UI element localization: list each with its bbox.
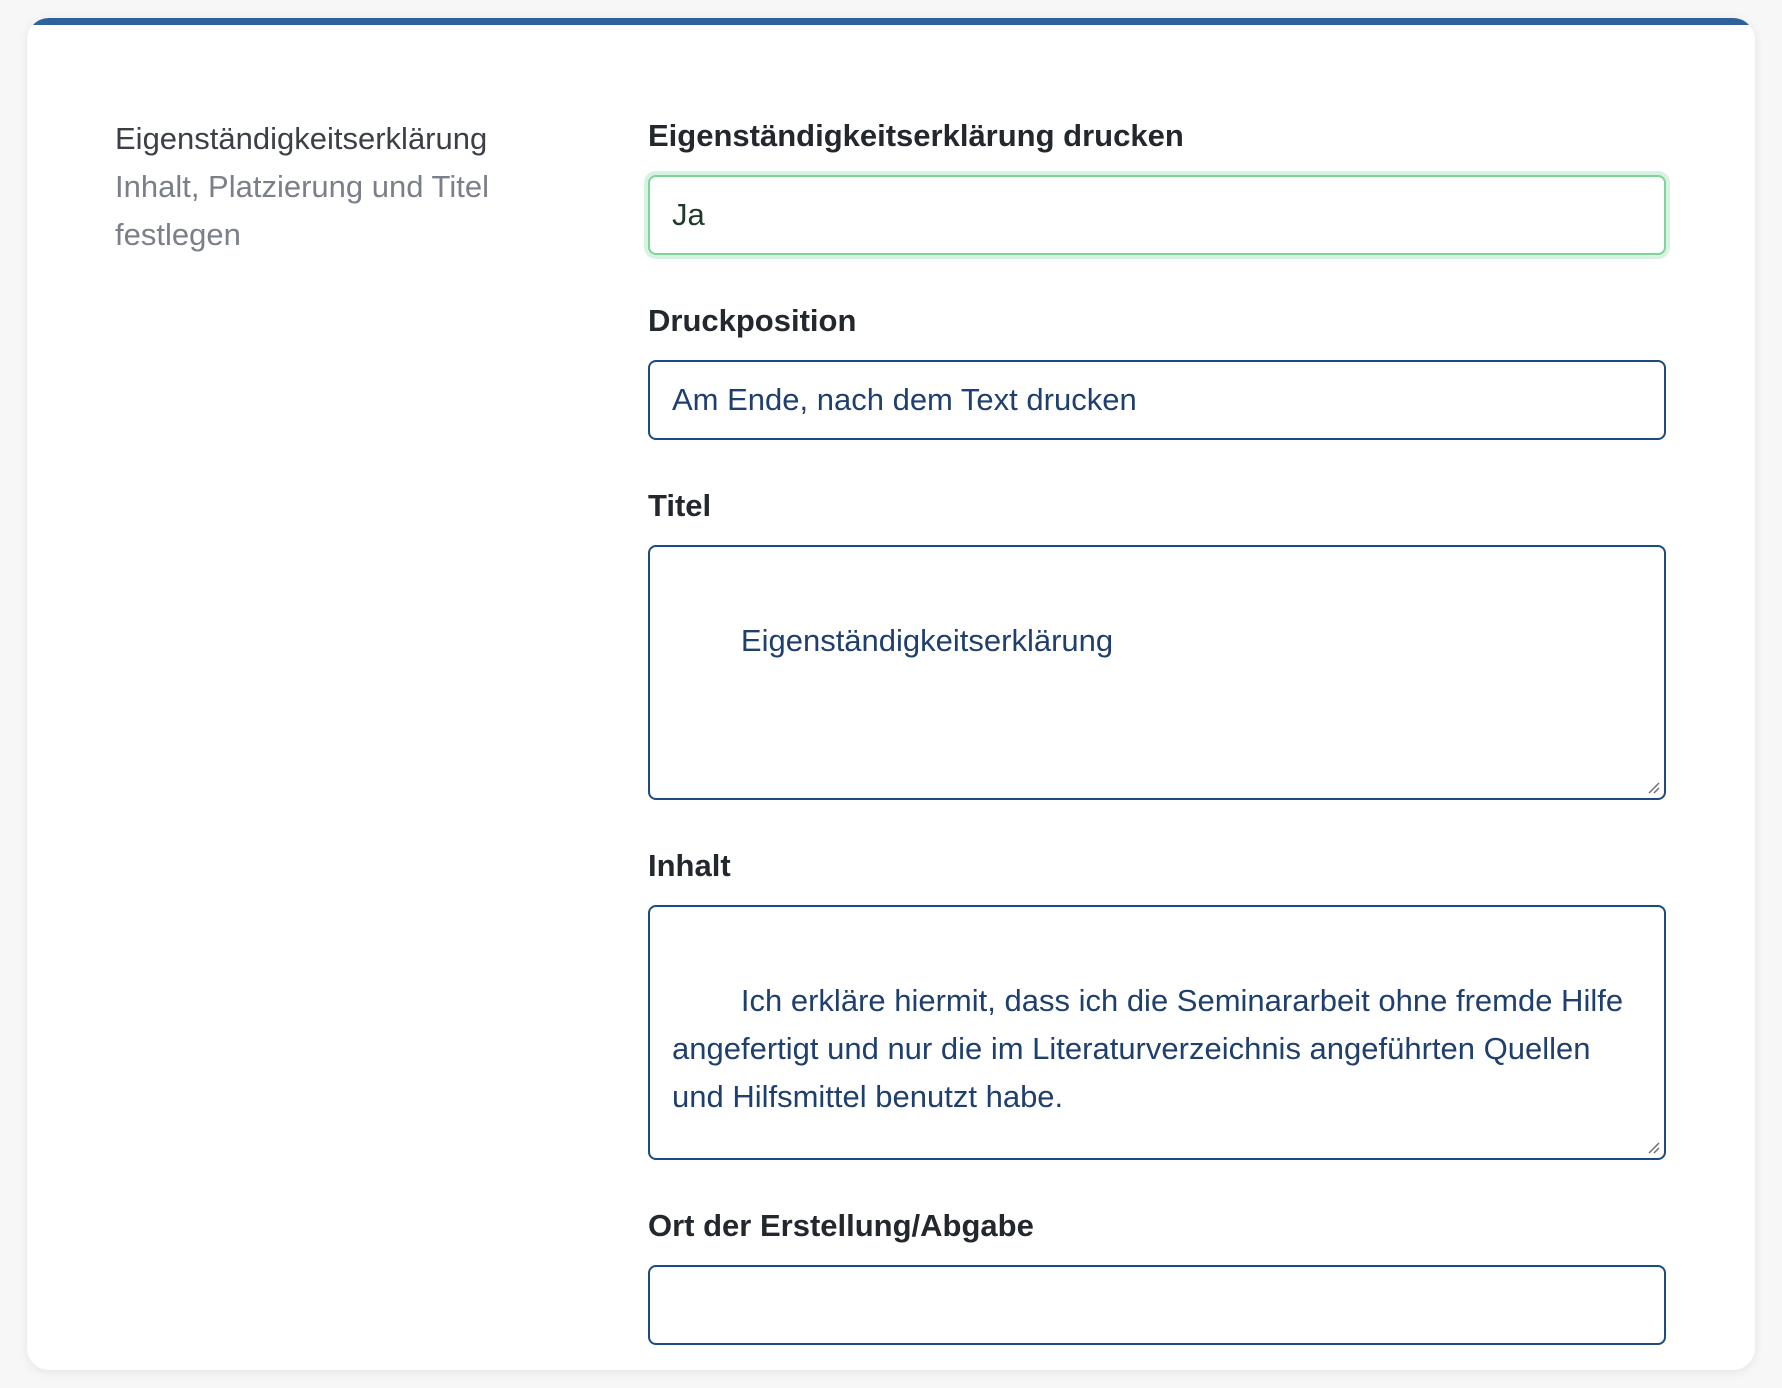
field-print-declaration: Eigenständigkeitserklärung drucken Ja [648, 115, 1666, 255]
title-label: Titel [648, 488, 712, 523]
print-position-select[interactable]: Am Ende, nach dem Text drucken [648, 360, 1666, 440]
card-accent-bar [27, 18, 1755, 25]
print-declaration-label: Eigenständigkeitserklärung drucken [648, 118, 1184, 153]
place-label: Ort der Erstellung/Abgabe [648, 1208, 1034, 1243]
field-title: Titel Eigenständigkeitserklärung [648, 485, 1666, 800]
title-textarea[interactable]: Eigenständigkeitserklärung [648, 545, 1666, 800]
resize-handle-icon[interactable] [1646, 780, 1660, 794]
section-description: Inhalt, Platzierung und Titel festlegen [115, 169, 489, 252]
field-print-position: Druckposition Am Ende, nach dem Text dru… [648, 300, 1666, 440]
settings-card: Eigenständigkeitserklärung Inhalt, Platz… [27, 18, 1755, 1370]
field-place: Ort der Erstellung/Abgabe [648, 1205, 1666, 1345]
print-position-label: Druckposition [648, 303, 857, 338]
declaration-form: Eigenständigkeitserklärung drucken Ja Dr… [648, 115, 1666, 1345]
content-textarea[interactable]: Ich erkläre hiermit, dass ich die Semina… [648, 905, 1666, 1160]
content-textarea-value: Ich erkläre hiermit, dass ich die Semina… [672, 983, 1632, 1114]
title-textarea-value: Eigenständigkeitserklärung [740, 623, 1114, 658]
print-declaration-select[interactable]: Ja [648, 175, 1666, 255]
content-label: Inhalt [648, 848, 731, 883]
section-title: Eigenständigkeitserklärung [115, 121, 488, 156]
section-intro: Eigenständigkeitserklärung Inhalt, Platz… [115, 115, 565, 259]
resize-handle-icon[interactable] [1646, 1140, 1660, 1154]
field-content: Inhalt Ich erkläre hiermit, dass ich die… [648, 845, 1666, 1160]
place-input[interactable] [648, 1265, 1666, 1345]
